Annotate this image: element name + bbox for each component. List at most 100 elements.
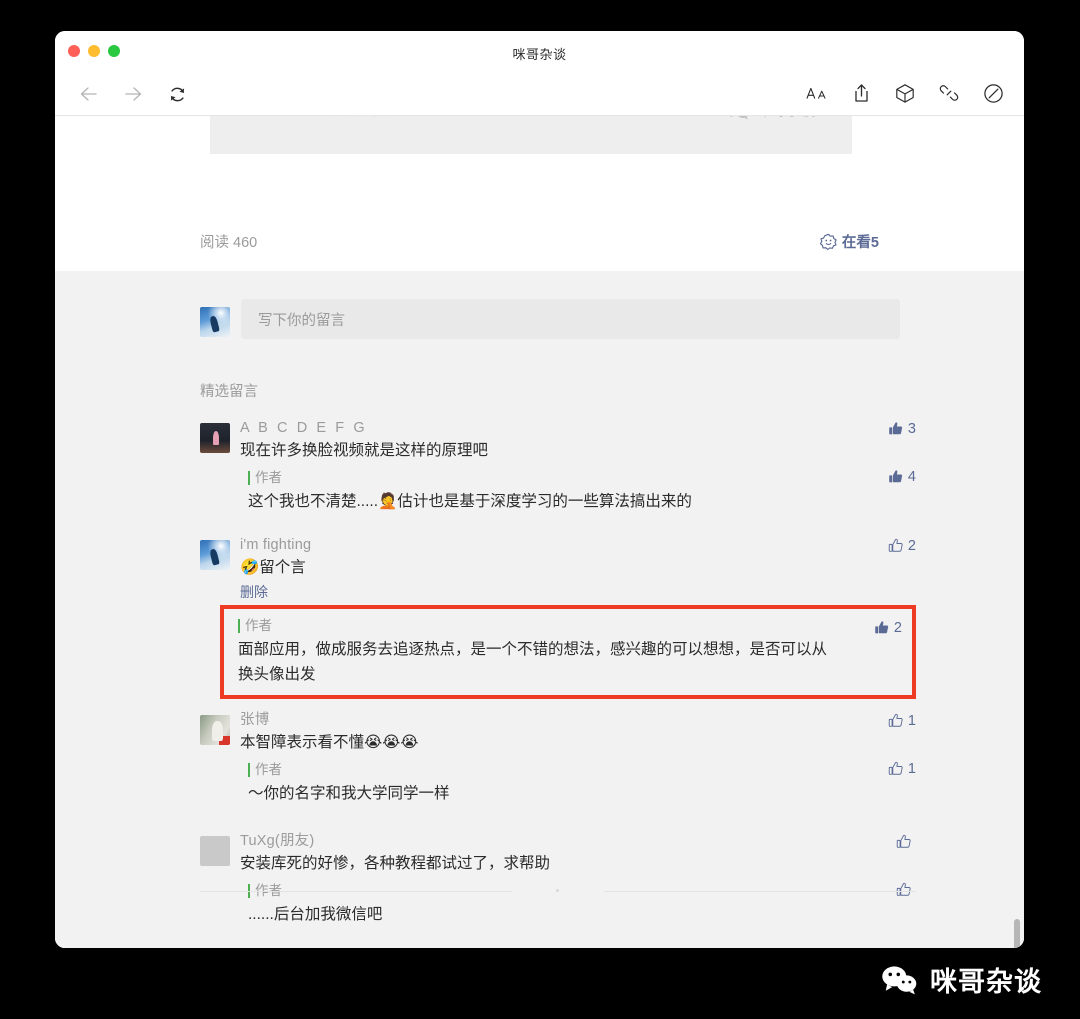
compass-icon [983,83,1003,103]
commenter-avatar[interactable] [200,540,230,570]
thumbs-up-filled-icon [889,470,903,483]
comment-text: 本智障表示看不懂😭😭😭 [240,734,419,751]
comment-input[interactable]: 写下你的留言 [241,299,900,339]
reload-button[interactable] [163,80,191,108]
wechat-icon [882,965,917,994]
comment-item: TuXg(朋友) 安装库死的好惨，各种教程都试过了，求帮助 [200,830,916,876]
comment-like-group[interactable] [896,834,916,850]
wow-label: 在看5 [841,234,879,251]
author-reply-text: ～你的名字和我大学同学一样 [248,785,450,802]
share-button[interactable] [848,80,874,106]
package-button[interactable] [892,80,918,106]
comment-list: A B C D E F G 现在许多换脸视频就是这样的原理吧 3 作者 这个我也不清楚.… [200,417,916,948]
comment-like-group[interactable]: 1 [888,713,916,729]
toolbar-actions [804,80,1006,106]
reply-like-count: 2 [893,620,902,636]
highlighted-author-reply: 作者面部应用，做成服务去追逐热点，是一个不错的想法，感兴趣的可以想想，是否可以从… [220,605,916,699]
author-reply: 作者 ～你的名字和我大学同学一样 1 [240,755,916,808]
thumbs-up-outline-icon [888,761,903,775]
comment-section: 写下你的留言 精选留言 A B C D E F G 现在许多换脸视频就是这样的原理… [55,271,1024,948]
clipped-followcard: 关注我 咪哥杂谈 [210,116,852,154]
comment-block: TuXg(朋友) 安装库死的好惨，各种教程都试过了，求帮助 作者 ......后台加我… [200,830,916,929]
footer-rule-right [604,891,916,892]
back-button[interactable] [75,80,103,108]
watermark-text: 咪哥杂谈 [930,967,1042,997]
comment-text: 安装库死的好惨，各种教程都试过了，求帮助 [240,855,551,872]
article-tail: 关注我 咪哥杂谈 阅读 460 [55,116,1024,271]
arrow-right-icon [125,87,142,101]
wow-group[interactable]: 在看5 [819,231,879,252]
current-user-avatar [200,307,230,337]
footer-rule-left [200,891,512,892]
read-count: 阅读 460 [200,234,258,251]
comment-body: A B C D E F G 现在许多换脸视频就是这样的原理吧 [240,417,916,463]
comment-block: 张博 本智障表示看不懂😭😭😭 1 作者 ～你的名字和我大学同学一样 1 [200,709,916,808]
comment-author-name: A B C D E F G [240,420,368,436]
link-button[interactable] [936,80,962,106]
author-tag: 作者 [248,759,282,781]
author-reply-text: 面部应用，做成服务去追逐热点，是一个不错的想法，感兴趣的可以想想，是否可以从换头… [238,641,828,683]
author-tag: 作者 [248,467,282,489]
arrow-left-icon [80,87,97,101]
share-icon [854,84,868,102]
author-reply: 作者这个我也不清楚.....🤦估计也是基于深度学习的一些算法搞出来的 4 [240,463,916,516]
reply-like-group[interactable]: 1 [888,761,916,777]
navigation-group [75,80,191,108]
reply-like-count: 1 [907,761,916,777]
author-tag: 作者 [238,615,272,637]
comment-body: 张博本智障表示看不懂😭😭😭 [240,709,916,755]
comment-body: i'm fighting 🤣留个言 删除 [240,534,916,605]
clipped-card-brand-text: 咪哥杂谈 [756,116,816,121]
page-viewport: 关注我 咪哥杂谈 阅读 460 [55,116,1024,948]
wow-flower-icon [819,233,837,250]
commenter-avatar[interactable] [200,836,230,866]
article-stats-row: 阅读 460 在看5 [55,221,1024,261]
comment-footer-divider [200,881,916,901]
window-title: 咪哥杂谈 [512,47,567,62]
comment-author-name: 张博 [240,712,270,728]
clipped-card-title: 关注我 [330,116,390,119]
comment-like-count: 3 [907,421,916,437]
comment-block: A B C D E F G 现在许多换脸视频就是这样的原理吧 3 作者这个我也不清楚.… [200,417,916,516]
scrollbar-track[interactable] [1012,271,1021,948]
comment-item: A B C D E F G 现在许多换脸视频就是这样的原理吧 3 [200,417,916,463]
comment-text: 现在许多换脸视频就是这样的原理吧 [240,442,489,459]
forward-button[interactable] [119,80,147,108]
thumbs-up-outline-icon [888,713,903,727]
reply-like-group[interactable]: 4 [888,469,916,485]
thumbs-up-filled-icon [875,621,889,634]
comment-body: TuXg(朋友) 安装库死的好惨，各种教程都试过了，求帮助 [240,830,916,876]
commenter-avatar[interactable] [200,423,230,453]
reply-like-group[interactable]: 2 [874,620,902,636]
comment-like-group[interactable]: 2 [888,538,916,554]
commenter-avatar[interactable] [200,715,230,745]
comment-input-placeholder: 写下你的留言 [258,312,345,329]
scrollbar-thumb[interactable] [1014,919,1020,948]
browser-window: 咪哥杂谈 阅读 460 在看5 写下你的留言 精选留言 A B C D E F … [55,31,1024,948]
comment-text: 🤣留个言 [240,559,306,576]
reload-icon [170,87,184,101]
featured-comments-label: 精选留言 [200,384,258,400]
author-reply-text: 这个我也不清楚.....🤦估计也是基于深度学习的一些算法搞出来的 [248,493,692,510]
window-titlebar: 咪哥杂谈 [55,31,1024,72]
clipped-card-brand: 咪哥杂谈 [728,116,816,121]
comment-like-group[interactable]: 3 [888,421,916,437]
comment-item: 张博 本智障表示看不懂😭😭😭 1 [200,709,916,755]
text-size-button[interactable] [804,80,830,106]
comment-block: i'm fighting 🤣留个言 删除 2 作者 面部应用，做成服务去追逐热点，是一个不… [200,534,916,699]
reader-button[interactable] [980,80,1006,106]
author-reply-text: ......后台加我微信吧 [248,906,383,923]
text-size-icon [806,87,826,99]
watermark: 咪哥杂谈 [881,960,1042,999]
avatar-flag-badge [219,736,230,745]
thumbs-up-outline-icon [896,834,911,848]
browser-toolbar [55,72,1024,116]
thumbs-up-outline-icon [888,538,903,552]
delete-comment-link[interactable]: 删除 [240,580,268,605]
link-icon [939,85,959,101]
comment-like-count: 2 [907,538,916,554]
comment-item: i'm fighting 🤣留个言 删除 2 [200,534,916,605]
wechat-icon [730,116,748,120]
package-icon [896,84,914,103]
footer-dot [556,889,559,892]
